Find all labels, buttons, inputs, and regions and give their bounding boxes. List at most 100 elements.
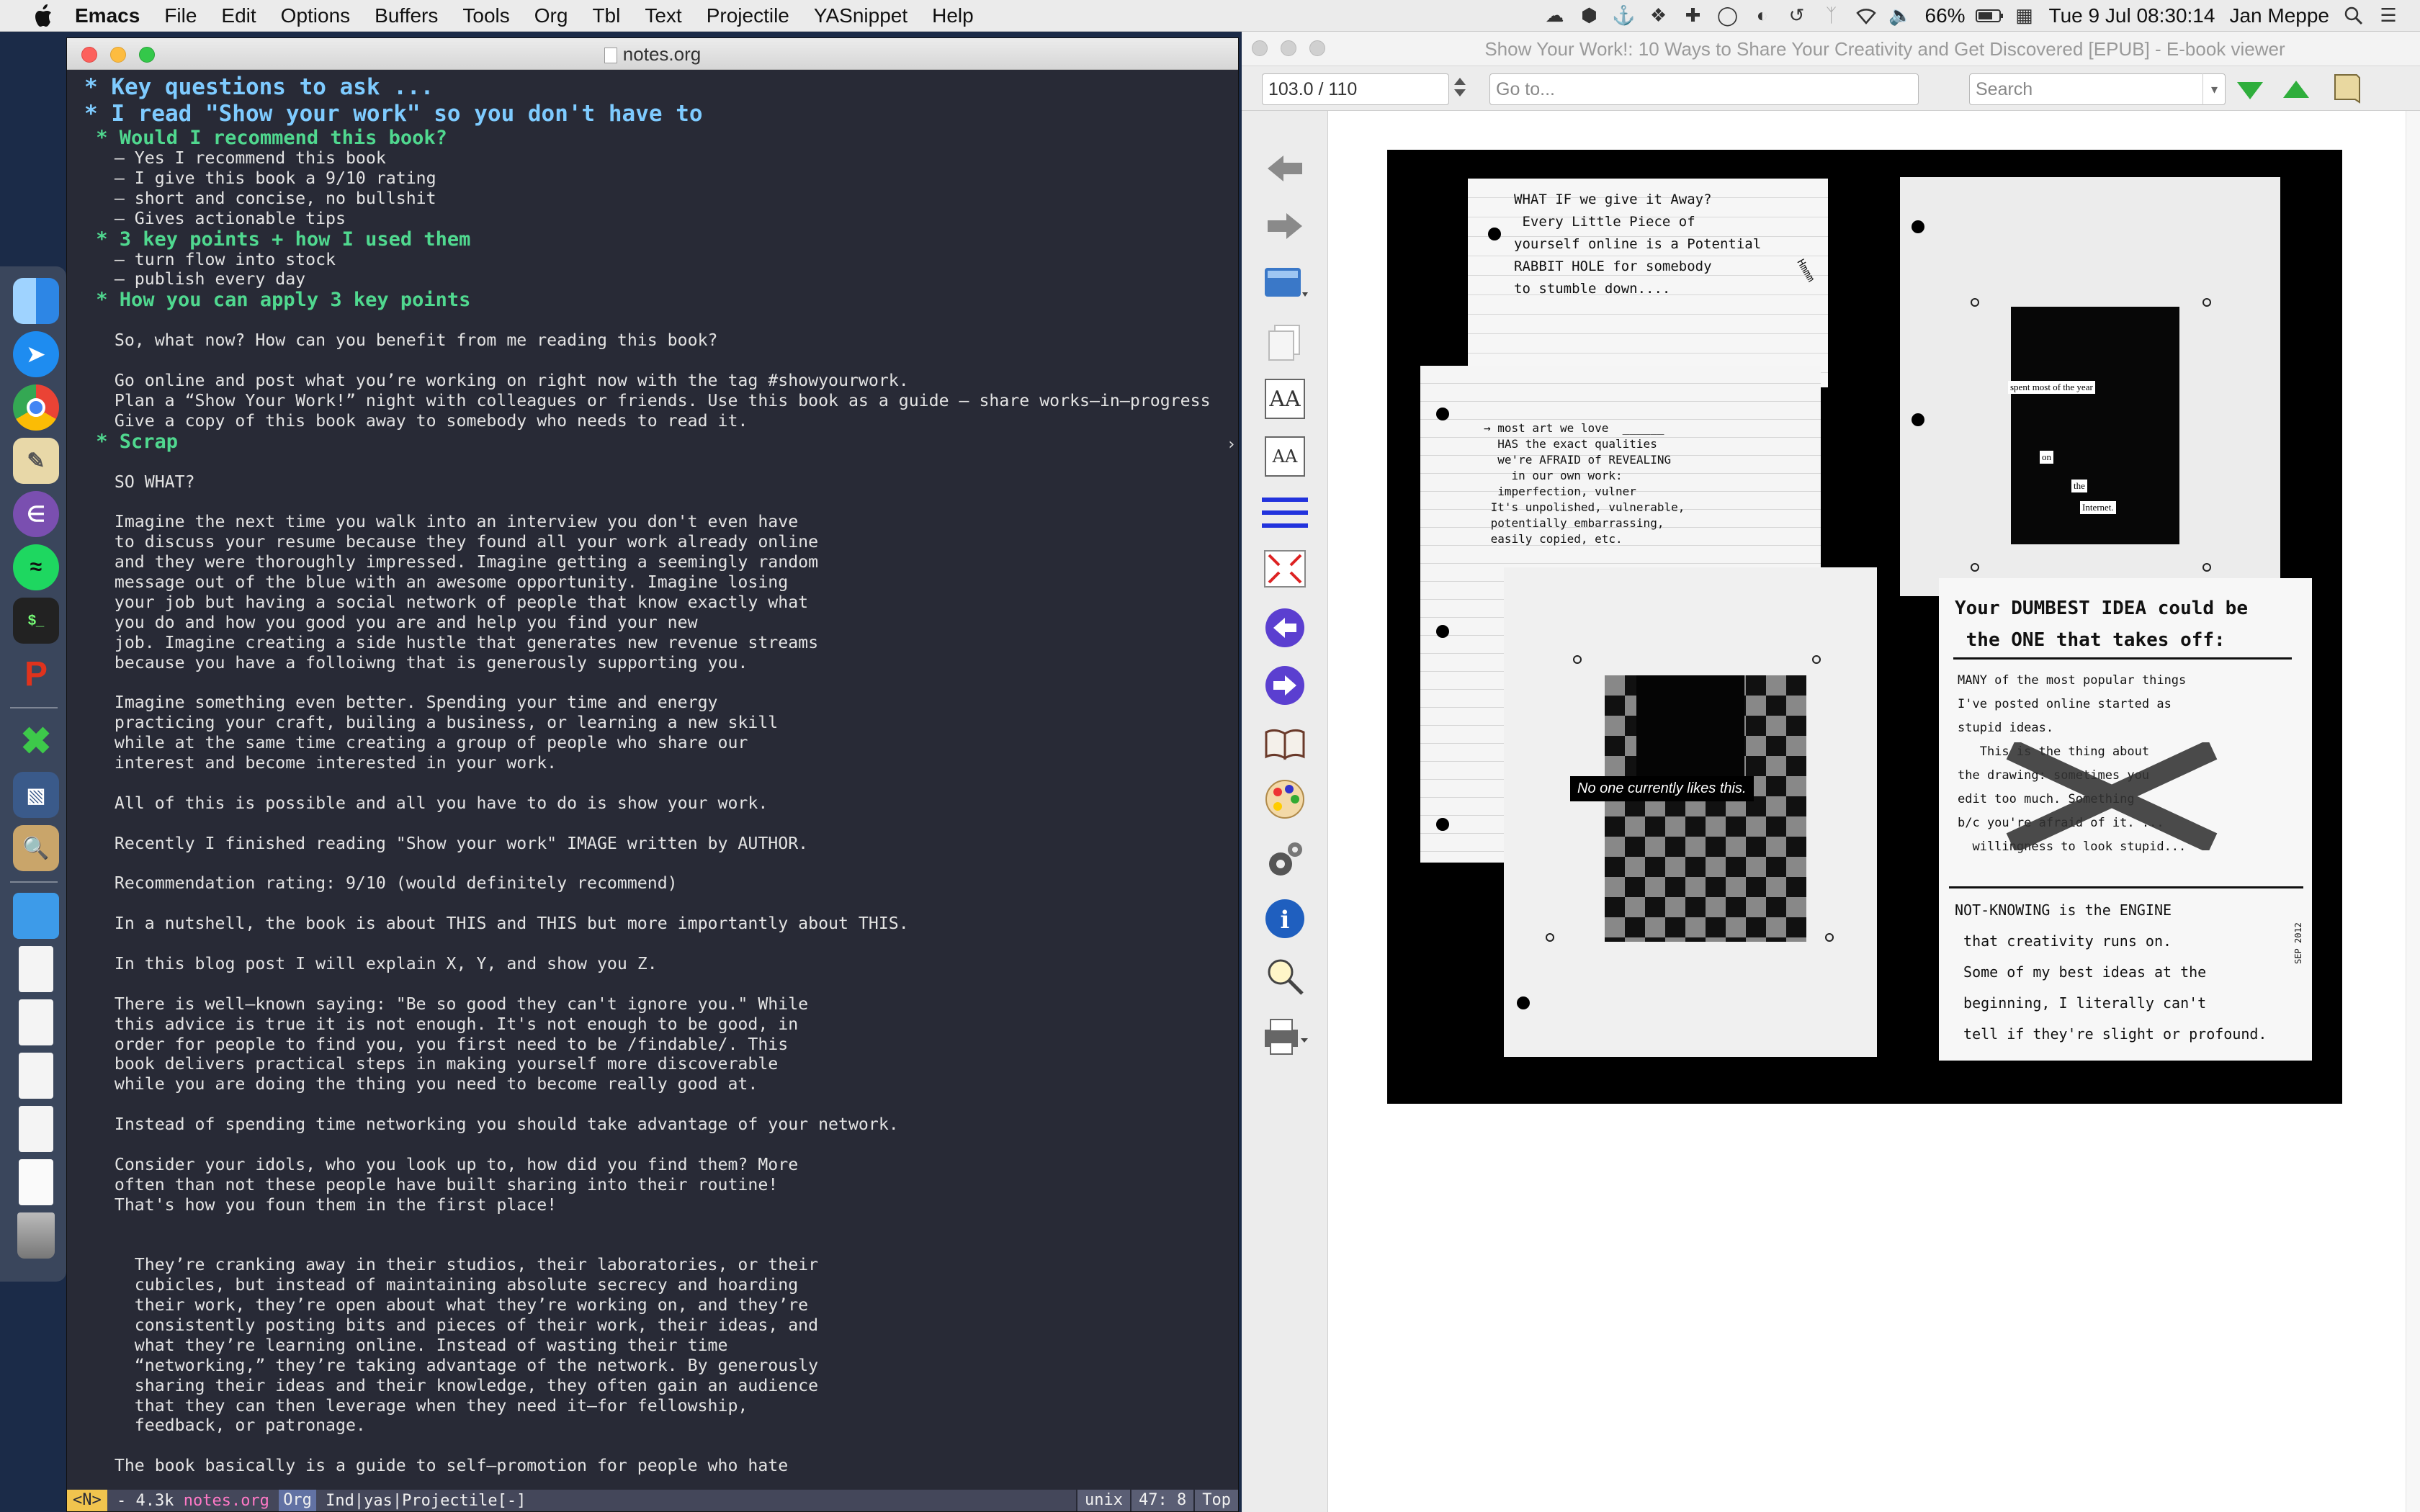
menu-edit[interactable]: Edit	[209, 0, 268, 32]
preview-icon[interactable]: 🔍	[13, 825, 59, 871]
copy-pages-icon[interactable]	[1260, 320, 1309, 366]
org-text-line[interactable]	[84, 310, 1225, 330]
major-mode[interactable]: Org	[279, 1490, 316, 1511]
fullscreen-icon[interactable]	[1260, 546, 1309, 592]
search-input[interactable]: Search	[1969, 73, 2226, 105]
org-text-line[interactable]: feedback, or patronage.	[84, 1416, 1225, 1436]
terminal-icon[interactable]: $_	[13, 598, 59, 644]
org-text-line[interactable]: this advice is true it is not enough. It…	[84, 1014, 1225, 1035]
clock[interactable]: Tue 9 Jul 08:30:14	[2042, 0, 2223, 32]
org-text-line[interactable]: to discuss your resume because they foun…	[84, 532, 1225, 552]
menu-tools[interactable]: Tools	[450, 0, 521, 32]
document-icon[interactable]	[19, 1159, 53, 1205]
org-heading-level2[interactable]: * Would I recommend this book?	[84, 127, 1225, 148]
finder-icon[interactable]	[13, 278, 59, 324]
powerpoint-icon[interactable]: P	[13, 651, 59, 697]
xcode-tools-icon[interactable]: ✖	[13, 719, 59, 765]
org-text-line[interactable]: There is well–known saying: "Be so good …	[84, 994, 1225, 1014]
bookmark-icon[interactable]	[2329, 72, 2364, 110]
metadata-info-icon[interactable]: i	[1260, 896, 1309, 942]
org-text-line[interactable]: often than not these people have built s…	[84, 1175, 1225, 1195]
next-page-icon[interactable]	[1260, 662, 1309, 708]
find-next-icon[interactable]	[2236, 78, 2264, 104]
trash-icon[interactable]	[17, 1212, 55, 1259]
org-text-line[interactable]	[84, 1094, 1225, 1115]
org-text-line[interactable]: – Yes I recommend this book	[84, 148, 1225, 168]
theme-palette-icon[interactable]	[1260, 776, 1309, 822]
books-library-icon[interactable]: ▧	[13, 772, 59, 818]
script-editor-icon[interactable]: ✎	[13, 438, 59, 484]
org-text-line[interactable]: Plan a “Show Your Work!” night with coll…	[84, 391, 1225, 411]
spotlight-search-icon[interactable]	[2336, 0, 2371, 32]
org-text-line[interactable]: job. Imagine creating a side hustle that…	[84, 633, 1225, 653]
time-machine-icon[interactable]: ↺	[1780, 0, 1814, 32]
org-text-line[interactable]: Give a copy of this book away to somebod…	[84, 411, 1225, 431]
org-text-line[interactable]: The book basically is a guide to self–pr…	[84, 1456, 1225, 1476]
org-text-line[interactable]	[84, 672, 1225, 693]
org-text-line[interactable]	[84, 1235, 1225, 1255]
battery-icon[interactable]	[1973, 0, 2007, 32]
org-text-line[interactable]: – publish every day	[84, 269, 1225, 289]
org-text-line[interactable]: Consider your idols, who you look up to,…	[84, 1155, 1225, 1175]
org-text-line[interactable]	[84, 894, 1225, 914]
minor-modes[interactable]: Ind|yas|Projectile[-]	[316, 1492, 526, 1510]
forward-arrow-icon[interactable]	[1260, 203, 1309, 249]
minimize-window-button[interactable]	[1281, 40, 1296, 56]
org-text-line[interactable]: That's how you foun them in the first pl…	[84, 1195, 1225, 1215]
toc-monitor-icon[interactable]	[1260, 261, 1309, 307]
document-icon[interactable]	[19, 999, 53, 1045]
menu-options[interactable]: Options	[269, 0, 363, 32]
org-text-line[interactable]	[84, 1135, 1225, 1155]
org-text-line[interactable]: cubicles, but instead of maintaining abs…	[84, 1275, 1225, 1295]
org-text-line[interactable]: while you are doing the thing you need t…	[84, 1074, 1225, 1094]
chrome-icon[interactable]	[13, 384, 59, 431]
volume-icon[interactable]: 🔈	[1883, 0, 1918, 32]
menu-file[interactable]: File	[152, 0, 209, 32]
org-text-line[interactable]: In this blog post I will explain X, Y, a…	[84, 954, 1225, 974]
org-text-line[interactable]: – Gives actionable tips	[84, 209, 1225, 229]
document-icon[interactable]	[19, 1106, 53, 1152]
org-text-line[interactable]: Recently I finished reading "Show your w…	[84, 834, 1225, 854]
org-text-line[interactable]	[84, 1215, 1225, 1236]
org-text-line[interactable]: you do and how you good you are and help…	[84, 613, 1225, 633]
org-text-line[interactable]	[84, 854, 1225, 874]
org-text-line[interactable]: their work, they’re open about what they…	[84, 1295, 1225, 1315]
org-text-line[interactable]: message out of the blue with an awesome …	[84, 572, 1225, 593]
line-spacing-icon[interactable]	[1260, 490, 1309, 536]
org-text-line[interactable]: book delivers practical steps in making …	[84, 1054, 1225, 1074]
menu-yasnippet[interactable]: YASnippet	[802, 0, 920, 32]
calendar-icon[interactable]: ▦	[2007, 0, 2042, 32]
org-text-line[interactable]: and they were thoroughly impressed. Imag…	[84, 552, 1225, 572]
org-text-line[interactable]: Imagine the next time you walk into an i…	[84, 512, 1225, 532]
org-text-line[interactable]: because you have a folloiwng that is gen…	[84, 653, 1225, 673]
org-heading-level2[interactable]: * Scrap	[84, 431, 1225, 452]
apple-menu-icon[interactable]	[27, 1, 58, 31]
font-size-larger-icon[interactable]: AA	[1260, 376, 1309, 422]
org-text-line[interactable]	[84, 773, 1225, 793]
menu-app-name[interactable]: Emacs	[68, 0, 152, 32]
menu-tbl[interactable]: Tbl	[580, 0, 632, 32]
org-text-line[interactable]: that they can then leverage when they ne…	[84, 1396, 1225, 1416]
menu-org[interactable]: Org	[522, 0, 581, 32]
app-cube-icon[interactable]: ⬢	[1572, 0, 1607, 32]
wifi-icon[interactable]	[1849, 0, 1883, 32]
back-arrow-icon[interactable]	[1260, 145, 1309, 192]
org-heading-level2[interactable]: * How you can apply 3 key points	[84, 289, 1225, 310]
org-buffer-text[interactable]: * Key questions to ask ... * I read "Show…	[67, 70, 1225, 1495]
glasses-icon[interactable]: ◯	[1711, 0, 1745, 32]
reference-mode-book-icon[interactable]	[1260, 721, 1309, 768]
vertical-scrollbar[interactable]	[2406, 111, 2420, 1512]
org-text-line[interactable]: So, what now? How can you benefit from m…	[84, 330, 1225, 351]
buffer-name[interactable]: notes.org	[184, 1492, 269, 1510]
org-text-line[interactable]: practicing your craft, builing a busines…	[84, 713, 1225, 733]
org-text-line[interactable]: “networking,” they’re taking advantage o…	[84, 1356, 1225, 1376]
org-text-line[interactable]	[84, 1436, 1225, 1456]
close-window-button[interactable]	[1252, 40, 1268, 56]
menu-help[interactable]: Help	[920, 0, 986, 32]
zoom-window-button[interactable]	[1309, 40, 1325, 56]
page-stepper[interactable]	[1451, 73, 1469, 105]
preferences-gear-icon[interactable]	[1260, 837, 1309, 883]
emacs-icon[interactable]: ∈	[13, 491, 59, 537]
document-icon[interactable]	[19, 1053, 53, 1099]
org-text-line[interactable]	[84, 814, 1225, 834]
